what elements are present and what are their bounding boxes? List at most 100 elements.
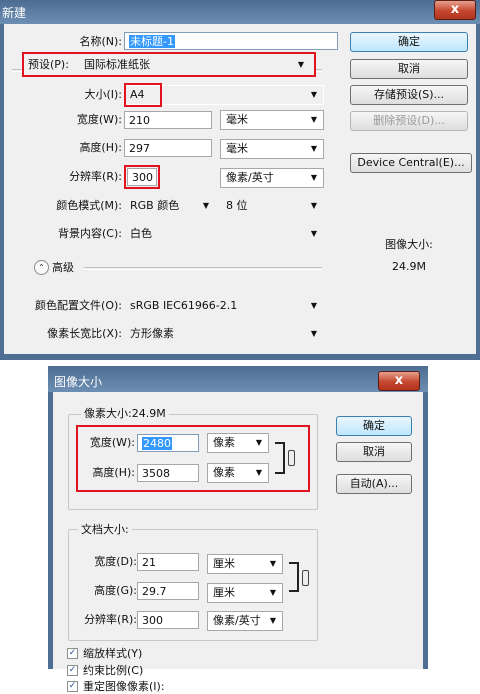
auto-button[interactable]: 自动(A)... (336, 474, 412, 494)
color-profile-select[interactable]: sRGB IEC61966-2.1 ▼ (124, 296, 324, 316)
doc-height-input[interactable]: 29.7 (137, 582, 199, 600)
background-select[interactable]: 白色 ▼ (124, 224, 324, 244)
pixel-height-label: 高度(H): (92, 466, 135, 479)
pixel-height-unit-select[interactable]: 像素 ▼ (207, 463, 269, 483)
resample-checkbox[interactable]: ✓ (67, 681, 78, 692)
width-unit-value: 毫米 (226, 113, 248, 126)
chain-link-icon (302, 570, 309, 586)
height-input[interactable]: 297 (124, 139, 212, 157)
pixel-aspect-label: 像素长宽比(X): (47, 327, 122, 340)
preset-value: 国际标准纸张 (84, 58, 150, 71)
pixel-aspect-value: 方形像素 (130, 327, 174, 340)
constrain-proportions-label: 约束比例(C) (83, 664, 144, 677)
close-button[interactable]: x (378, 371, 420, 391)
cancel-button[interactable]: 取消 (336, 442, 412, 462)
size-highlight (124, 83, 162, 107)
chevron-down-icon: ▼ (269, 588, 276, 597)
resolution-label: 分辨率(R): (69, 170, 122, 183)
ok-button[interactable]: 确定 (350, 32, 468, 52)
doc-width-input[interactable]: 21 (137, 553, 199, 571)
image-size-value: 24.9M (392, 260, 426, 273)
save-preset-button[interactable]: 存储预设(S)... (350, 85, 468, 105)
name-label: 名称(N): (79, 35, 122, 48)
ok-button[interactable]: 确定 (336, 416, 412, 436)
doc-width-unit-select[interactable]: 厘米 ▼ (207, 554, 283, 574)
doc-resolution-label: 分辨率(R): (84, 613, 137, 626)
title-bar: 图像大小 x (48, 366, 428, 392)
pixel-aspect-select[interactable]: 方形像素 ▼ (124, 324, 324, 344)
chain-link-icon (288, 450, 295, 466)
constrain-bracket (289, 562, 299, 592)
doc-height-unit-value: 厘米 (213, 586, 235, 599)
chevron-down-icon: ▼ (255, 468, 262, 477)
pixel-width-input[interactable]: 2480 (137, 434, 199, 452)
background-value: 白色 (130, 227, 152, 240)
background-label: 背景内容(C): (58, 227, 122, 240)
dialog-title: 图像大小 (54, 375, 103, 389)
chevron-down-icon: ▼ (310, 115, 317, 124)
resolution-unit-value: 像素/英寸 (226, 171, 274, 184)
dialog-title: 新建 (2, 6, 27, 20)
bit-depth-select[interactable]: 8 位 ▼ (220, 196, 324, 216)
preset-select[interactable]: 国际标准纸张 ▼ (84, 55, 308, 75)
height-label: 高度(H): (79, 141, 122, 154)
name-value: 未标题-1 (129, 35, 175, 48)
color-mode-select[interactable]: RGB 颜色 ▼ (124, 196, 216, 216)
doc-resolution-input[interactable]: 300 (137, 611, 199, 629)
cancel-button[interactable]: 取消 (350, 59, 468, 79)
pixel-dimensions-legend: 像素大小:24.9M (81, 407, 169, 421)
scale-styles-label: 缩放样式(Y) (83, 647, 143, 660)
bit-depth-value: 8 位 (226, 199, 248, 212)
pixel-width-value: 2480 (142, 437, 172, 450)
pixel-width-unit-value: 像素 (213, 436, 235, 449)
collapse-toggle-icon[interactable]: ⌃ (34, 260, 49, 275)
chevron-down-icon: ▼ (310, 144, 317, 153)
scale-styles-checkbox[interactable]: ✓ (67, 648, 78, 659)
chevron-down-icon: ▼ (310, 329, 317, 338)
height-unit-value: 毫米 (226, 142, 248, 155)
width-unit-select[interactable]: 毫米 ▼ (220, 110, 324, 130)
advanced-label: 高级 (52, 261, 74, 274)
device-central-button[interactable]: Device Central(E)... (350, 153, 472, 173)
chevron-down-icon: ▼ (310, 201, 317, 210)
doc-resolution-unit-value: 像素/英寸 (213, 614, 261, 627)
pixel-height-unit-value: 像素 (213, 466, 235, 479)
title-bar: 新建 x (0, 0, 480, 24)
constrain-proportions-checkbox[interactable]: ✓ (67, 665, 78, 676)
chevron-down-icon: ▼ (269, 559, 276, 568)
doc-height-unit-select[interactable]: 厘米 ▼ (207, 583, 283, 603)
color-mode-value: RGB 颜色 (130, 199, 180, 212)
preset-label: 预设(P): (28, 58, 69, 71)
size-label: 大小(I): (84, 88, 122, 101)
doc-width-label: 宽度(D): (94, 555, 137, 568)
chevron-down-icon: ▼ (310, 173, 317, 182)
resolution-unit-select[interactable]: 像素/英寸 ▼ (220, 168, 324, 188)
close-button[interactable]: x (434, 0, 476, 20)
constrain-bracket (275, 442, 285, 474)
pixel-width-unit-select[interactable]: 像素 ▼ (207, 433, 269, 453)
pixel-width-label: 宽度(W): (89, 436, 135, 449)
new-document-dialog: 新建 x 名称(N): 未标题-1 预设(P): 国际标准纸张 ▼ 大小(I):… (0, 0, 480, 360)
width-label: 宽度(W): (76, 113, 122, 126)
dialog-body: 名称(N): 未标题-1 预设(P): 国际标准纸张 ▼ 大小(I): A4 ▼… (4, 24, 476, 354)
chevron-down-icon: ▼ (269, 616, 276, 625)
image-size-dialog: 图像大小 x 像素大小:24.9M 宽度(W): 2480 像素 ▼ 高度(H)… (48, 366, 428, 693)
delete-preset-button[interactable]: 删除预设(D)... (350, 111, 468, 131)
advanced-separator (84, 267, 322, 270)
name-input[interactable]: 未标题-1 (124, 32, 338, 50)
document-size-legend: 文档大小: (78, 523, 132, 537)
chevron-down-icon: ▼ (255, 438, 262, 447)
resolution-highlight (124, 165, 160, 189)
doc-height-label: 高度(G): (94, 584, 137, 597)
resample-label: 重定图像像素(I): (83, 680, 165, 693)
doc-resolution-unit-select[interactable]: 像素/英寸 ▼ (207, 611, 283, 631)
image-size-label: 图像大小: (385, 238, 433, 251)
height-unit-select[interactable]: 毫米 ▼ (220, 139, 324, 159)
color-profile-label: 颜色配置文件(O): (35, 299, 122, 312)
chevron-down-icon: ▼ (310, 229, 317, 238)
color-profile-value: sRGB IEC61966-2.1 (130, 299, 238, 312)
pixel-height-input[interactable]: 3508 (137, 464, 199, 482)
color-mode-label: 颜色模式(M): (56, 199, 122, 212)
chevron-down-icon: ▼ (310, 301, 317, 310)
width-input[interactable]: 210 (124, 111, 212, 129)
